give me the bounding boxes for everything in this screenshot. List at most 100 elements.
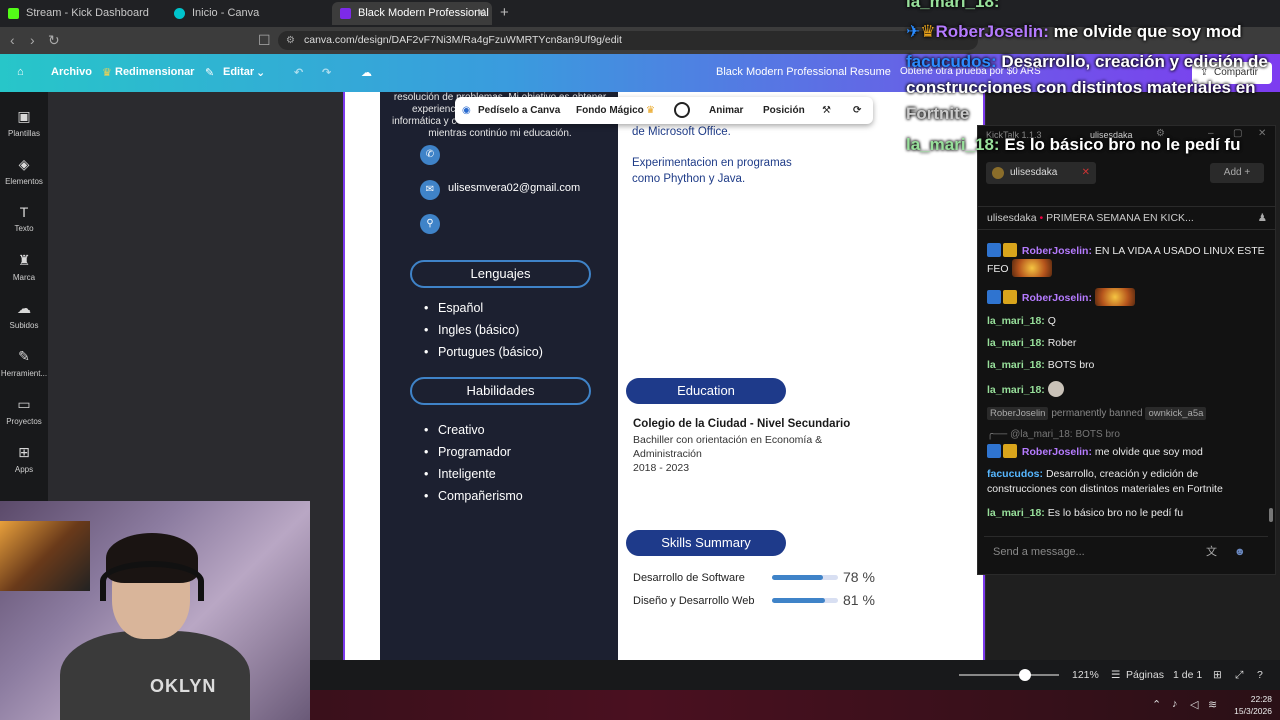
tab-canva-home[interactable]: Inicio - Canva (166, 2, 331, 25)
list-item: Ingles (básico) (424, 323, 519, 337)
list-item: Inteligente (424, 467, 496, 481)
emote-icon (1047, 381, 1064, 397)
close-tab-icon[interactable]: ✕ (477, 2, 486, 25)
shirt-text: OKLYN (150, 676, 217, 696)
url-field[interactable]: ⚙ canva.com/design/DAF2vF7Ni3M/Ra4gFzuWM… (278, 31, 978, 50)
emote-picker-icon[interactable]: ☻ (1234, 537, 1246, 567)
speaker-icon[interactable]: ◁ (1190, 698, 1198, 711)
resume-text: como Phython y Java. (632, 173, 746, 185)
canva-bottom-bar: 121% ☰ Páginas 1 de 1 ⊞ ⤢ ? (309, 660, 1280, 690)
elements-icon: ◈ (18, 156, 30, 172)
remove-channel-icon[interactable]: ✕ (1082, 162, 1090, 184)
chat-message: RoberJoselin: EN LA VIDA A USADO LINUX E… (987, 243, 1265, 277)
microphone-icon[interactable]: ♪ (1172, 698, 1178, 710)
skills-summary-heading: Skills Summary (626, 530, 786, 556)
chat-scrollbar[interactable] (1269, 508, 1273, 522)
undo-icon[interactable]: ↶ (294, 66, 303, 79)
tray-chevron-icon[interactable]: ⌃ (1152, 698, 1161, 711)
apps-icon: ⊞ (18, 444, 30, 460)
chat-message: la_mari_18: Rober (987, 337, 1077, 349)
overlay-chat-line: ✈♛RoberJoselin: me olvide que soy mod (906, 22, 1242, 41)
tab-resume-design[interactable]: Black Modern Professional Resu ✕ (332, 2, 492, 25)
redo-icon[interactable]: ↷ (322, 66, 331, 79)
site-info-icon: ⚙ (286, 35, 295, 46)
canva-ai-icon: ◉ (462, 105, 471, 116)
chat-message: la_mari_18: Es lo básico bro no le pedí … (987, 507, 1184, 519)
pages-button[interactable]: Páginas (1126, 669, 1164, 681)
wifi-icon[interactable]: ≋ (1208, 698, 1217, 711)
skill-progress-fill (772, 575, 824, 580)
zoom-slider[interactable] (959, 674, 1059, 676)
headset-icon (100, 561, 204, 601)
canva-favicon-icon (340, 8, 351, 19)
zoom-level[interactable]: 121% (1072, 669, 1099, 681)
fullscreen-icon[interactable]: ⤢ (1235, 669, 1243, 682)
skill-progress-bar (772, 598, 838, 603)
system-clock[interactable]: 22:28 15/3/2026 (1228, 693, 1272, 717)
chat-message: la_mari_18: Q (987, 315, 1056, 327)
upload-icon: ☁ (17, 300, 31, 316)
new-tab-icon[interactable]: + (500, 4, 509, 21)
education-detail: Administración (633, 448, 702, 460)
location-icon: ⚲ (420, 214, 440, 234)
sidebar-item-elementos[interactable]: ◈ Elementos (0, 156, 48, 186)
skill-percent: 81 % (843, 592, 875, 608)
ask-canva-button[interactable]: Pedíselo a Canva (478, 105, 560, 116)
text-icon: T (19, 204, 29, 220)
sidebar-item-subidos[interactable]: ☁ Subidos (0, 300, 48, 330)
channel-chip[interactable]: ulisesdaka ✕ (986, 162, 1096, 184)
kicktalk-chat-window: KickTalk 1.1.3 ulisesdaka ⚙ – ▢ ✕ ulises… (977, 125, 1276, 575)
magic-background-button[interactable]: Fondo Mágico (576, 105, 644, 116)
close-icon[interactable]: ✕ (1258, 128, 1266, 139)
list-item: Creativo (424, 423, 484, 437)
education-detail: Bachiller con orientación en Economía & (633, 434, 823, 446)
home-icon[interactable]: ⌂ (17, 66, 24, 78)
sidebar-item-plantillas[interactable]: ▣ Plantillas (0, 108, 48, 138)
color-swatch[interactable] (674, 102, 690, 118)
sidebar-item-herramientas[interactable]: ✎ Herramient... (0, 348, 48, 378)
chat-input[interactable]: Send a message... 文 ☻ (984, 536, 1268, 566)
sidebar-item-marca[interactable]: ♜ Marca (0, 252, 48, 282)
bookmark-icon[interactable]: ☐ (258, 32, 271, 49)
back-icon[interactable]: ‹ (10, 32, 15, 48)
edit-pencil-icon: ✎ (205, 67, 215, 79)
chat-message: la_mari_18: BOTS bro (987, 359, 1095, 371)
tab-kick-dashboard[interactable]: Stream - Kick Dashboard (0, 2, 165, 25)
forward-icon[interactable]: › (30, 32, 35, 48)
template-icon: ▣ (17, 108, 31, 124)
crown-icon: ♛ (920, 22, 936, 41)
overlay-chat-line: la_mari_18: (906, 0, 1000, 11)
chevron-down-icon: ⌄ (256, 67, 266, 79)
phone-icon: ✆ (420, 145, 440, 165)
editar-menu[interactable]: Editar (223, 66, 254, 78)
help-icon[interactable]: ? (1257, 669, 1263, 681)
reply-preview: ╭── @la_mari_18: BOTS bro (987, 429, 1120, 440)
more-options-icon[interactable]: ⟳ (853, 105, 861, 116)
list-item: Portugues (básico) (424, 345, 543, 359)
add-channel-button[interactable]: Add + (1210, 163, 1264, 183)
reload-icon[interactable]: ↻ (48, 32, 60, 49)
mail-icon: ✉ (420, 180, 440, 200)
document-title[interactable]: Black Modern Professional Resume (716, 66, 891, 78)
crown-badge-icon (1003, 290, 1017, 304)
list-item: Español (424, 301, 483, 315)
redimensionar-button[interactable]: Redimensionar (115, 66, 194, 78)
animate-button[interactable]: Animar (709, 105, 743, 116)
grid-view-icon[interactable]: ⊞ (1213, 669, 1222, 681)
reply-icon: ╭── (987, 429, 1008, 440)
emote-icon (1011, 259, 1052, 277)
zoom-slider-handle[interactable] (1019, 669, 1031, 681)
tools-icon: ✎ (18, 348, 30, 364)
chat-message: facucudos: Desarrollo, creación y edició… (987, 468, 1223, 495)
position-button[interactable]: Posición (763, 105, 805, 116)
sidebar-item-proyectos[interactable]: ▭ Proyectos (0, 396, 48, 426)
sidebar-item-apps[interactable]: ⊞ Apps (0, 444, 48, 474)
user-icon[interactable]: ♟ (1258, 207, 1267, 229)
archivo-menu[interactable]: Archivo (51, 66, 92, 78)
canva-side-panel: ▣ Plantillas ◈ Elementos T Texto ♜ Marca ☁ Su… (0, 92, 48, 502)
translate-icon[interactable]: 文 (1206, 537, 1217, 567)
sidebar-item-texto[interactable]: T Texto (0, 204, 48, 233)
skills-heading: Habilidades (410, 377, 591, 405)
paint-format-icon[interactable]: ⚒ (822, 105, 831, 116)
list-item: Programador (424, 445, 511, 459)
